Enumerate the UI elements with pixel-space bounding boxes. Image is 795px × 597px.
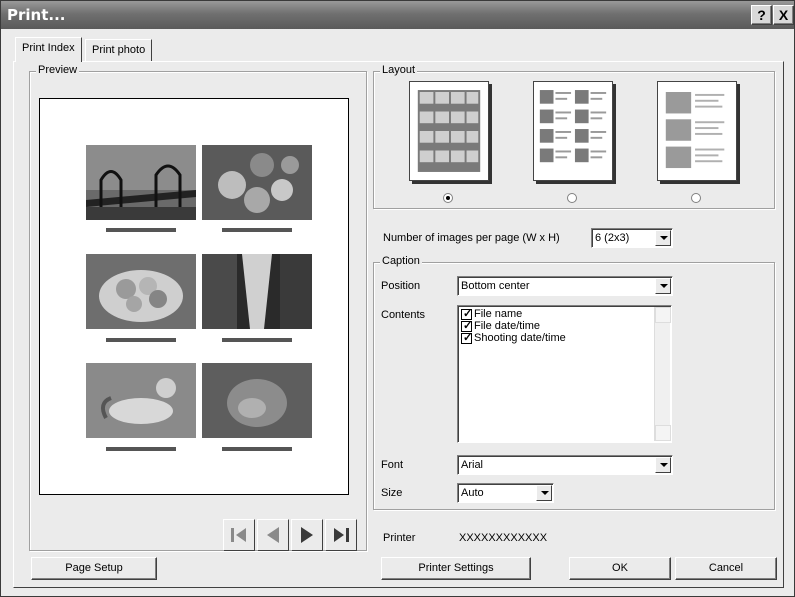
caption-text-mark [106,228,176,232]
contents-listbox[interactable]: File name File date/time Shooting date/t… [457,305,672,443]
caption-text-mark [106,447,176,451]
images-per-page-select[interactable]: 6 (2x3) [591,228,673,248]
last-page-icon [334,528,349,542]
thumbnail-fence [86,145,196,220]
thumbnail-bag [202,363,312,438]
printer-settings-button[interactable]: Printer Settings [381,557,531,580]
shooting-datetime-checkbox[interactable] [461,331,472,344]
caption-legend: Caption [380,255,422,267]
layout-list-icon[interactable] [533,81,613,181]
size-value: Auto [461,487,484,499]
scroll-down-icon[interactable] [655,425,671,441]
first-page-icon [231,528,246,542]
layout-radio-2[interactable] [567,193,577,203]
last-page-button[interactable] [325,519,357,551]
printer-label: Printer [383,532,416,544]
chevron-down-icon[interactable] [655,457,671,473]
thumbnail-fruit-bowl [86,254,196,329]
font-label: Font [381,459,404,471]
layout-radio-3[interactable] [691,193,701,203]
images-per-page-value: 6 (2x3) [595,232,630,244]
first-page-button[interactable] [223,519,255,551]
layout-legend: Layout [380,64,418,76]
caption-text-mark [222,338,292,342]
layout-radio-1[interactable] [443,193,453,203]
file-datetime-label: File date/time [474,320,541,332]
position-label: Position [381,280,421,292]
images-per-page-label: Number of images per page (W x H) [383,232,560,244]
thumbnail-fruit [202,145,312,220]
size-select[interactable]: Auto [457,483,554,503]
contents-scrollbar[interactable] [654,307,671,441]
preview-page [39,98,349,495]
file-name-label: File name [474,308,523,320]
page-setup-button[interactable]: Page Setup [31,557,157,580]
font-select[interactable]: Arial [457,455,673,475]
thumbnail-cat [86,363,196,438]
size-label: Size [381,487,403,499]
caption-text-mark [222,228,292,232]
thumbnail-alley [202,254,312,329]
shooting-datetime-label: Shooting date/time [474,332,566,344]
caption-text-mark [106,338,176,342]
close-button[interactable]: X [773,5,794,25]
help-button[interactable]: ? [751,5,772,25]
prev-page-button[interactable] [257,519,289,551]
layout-detail-icon[interactable] [657,81,737,181]
position-select[interactable]: Bottom center [457,276,673,296]
tab-print-photo[interactable]: Print photo [85,39,153,61]
chevron-down-icon[interactable] [536,485,552,501]
printer-name: XXXXXXXXXXXX [459,532,548,544]
layout-grid-icon[interactable] [409,81,489,181]
next-page-icon [301,527,313,543]
chevron-down-icon[interactable] [655,230,671,246]
cancel-button[interactable]: Cancel [675,557,777,580]
ok-button[interactable]: OK [569,557,671,580]
chevron-down-icon[interactable] [655,278,671,294]
tab-print-index[interactable]: Print Index [15,37,82,62]
prev-page-icon [267,527,279,543]
window-title: Print... [7,6,66,24]
title-bar[interactable]: Print... ? X [1,1,794,29]
print-dialog: Print... ? X Print Index Print photo Pre… [0,0,795,597]
caption-text-mark [222,447,292,451]
position-value: Bottom center [461,280,530,292]
preview-legend: Preview [36,64,80,76]
font-value: Arial [461,459,484,471]
scroll-up-icon[interactable] [655,307,671,323]
next-page-button[interactable] [291,519,323,551]
contents-label: Contents [381,309,426,321]
